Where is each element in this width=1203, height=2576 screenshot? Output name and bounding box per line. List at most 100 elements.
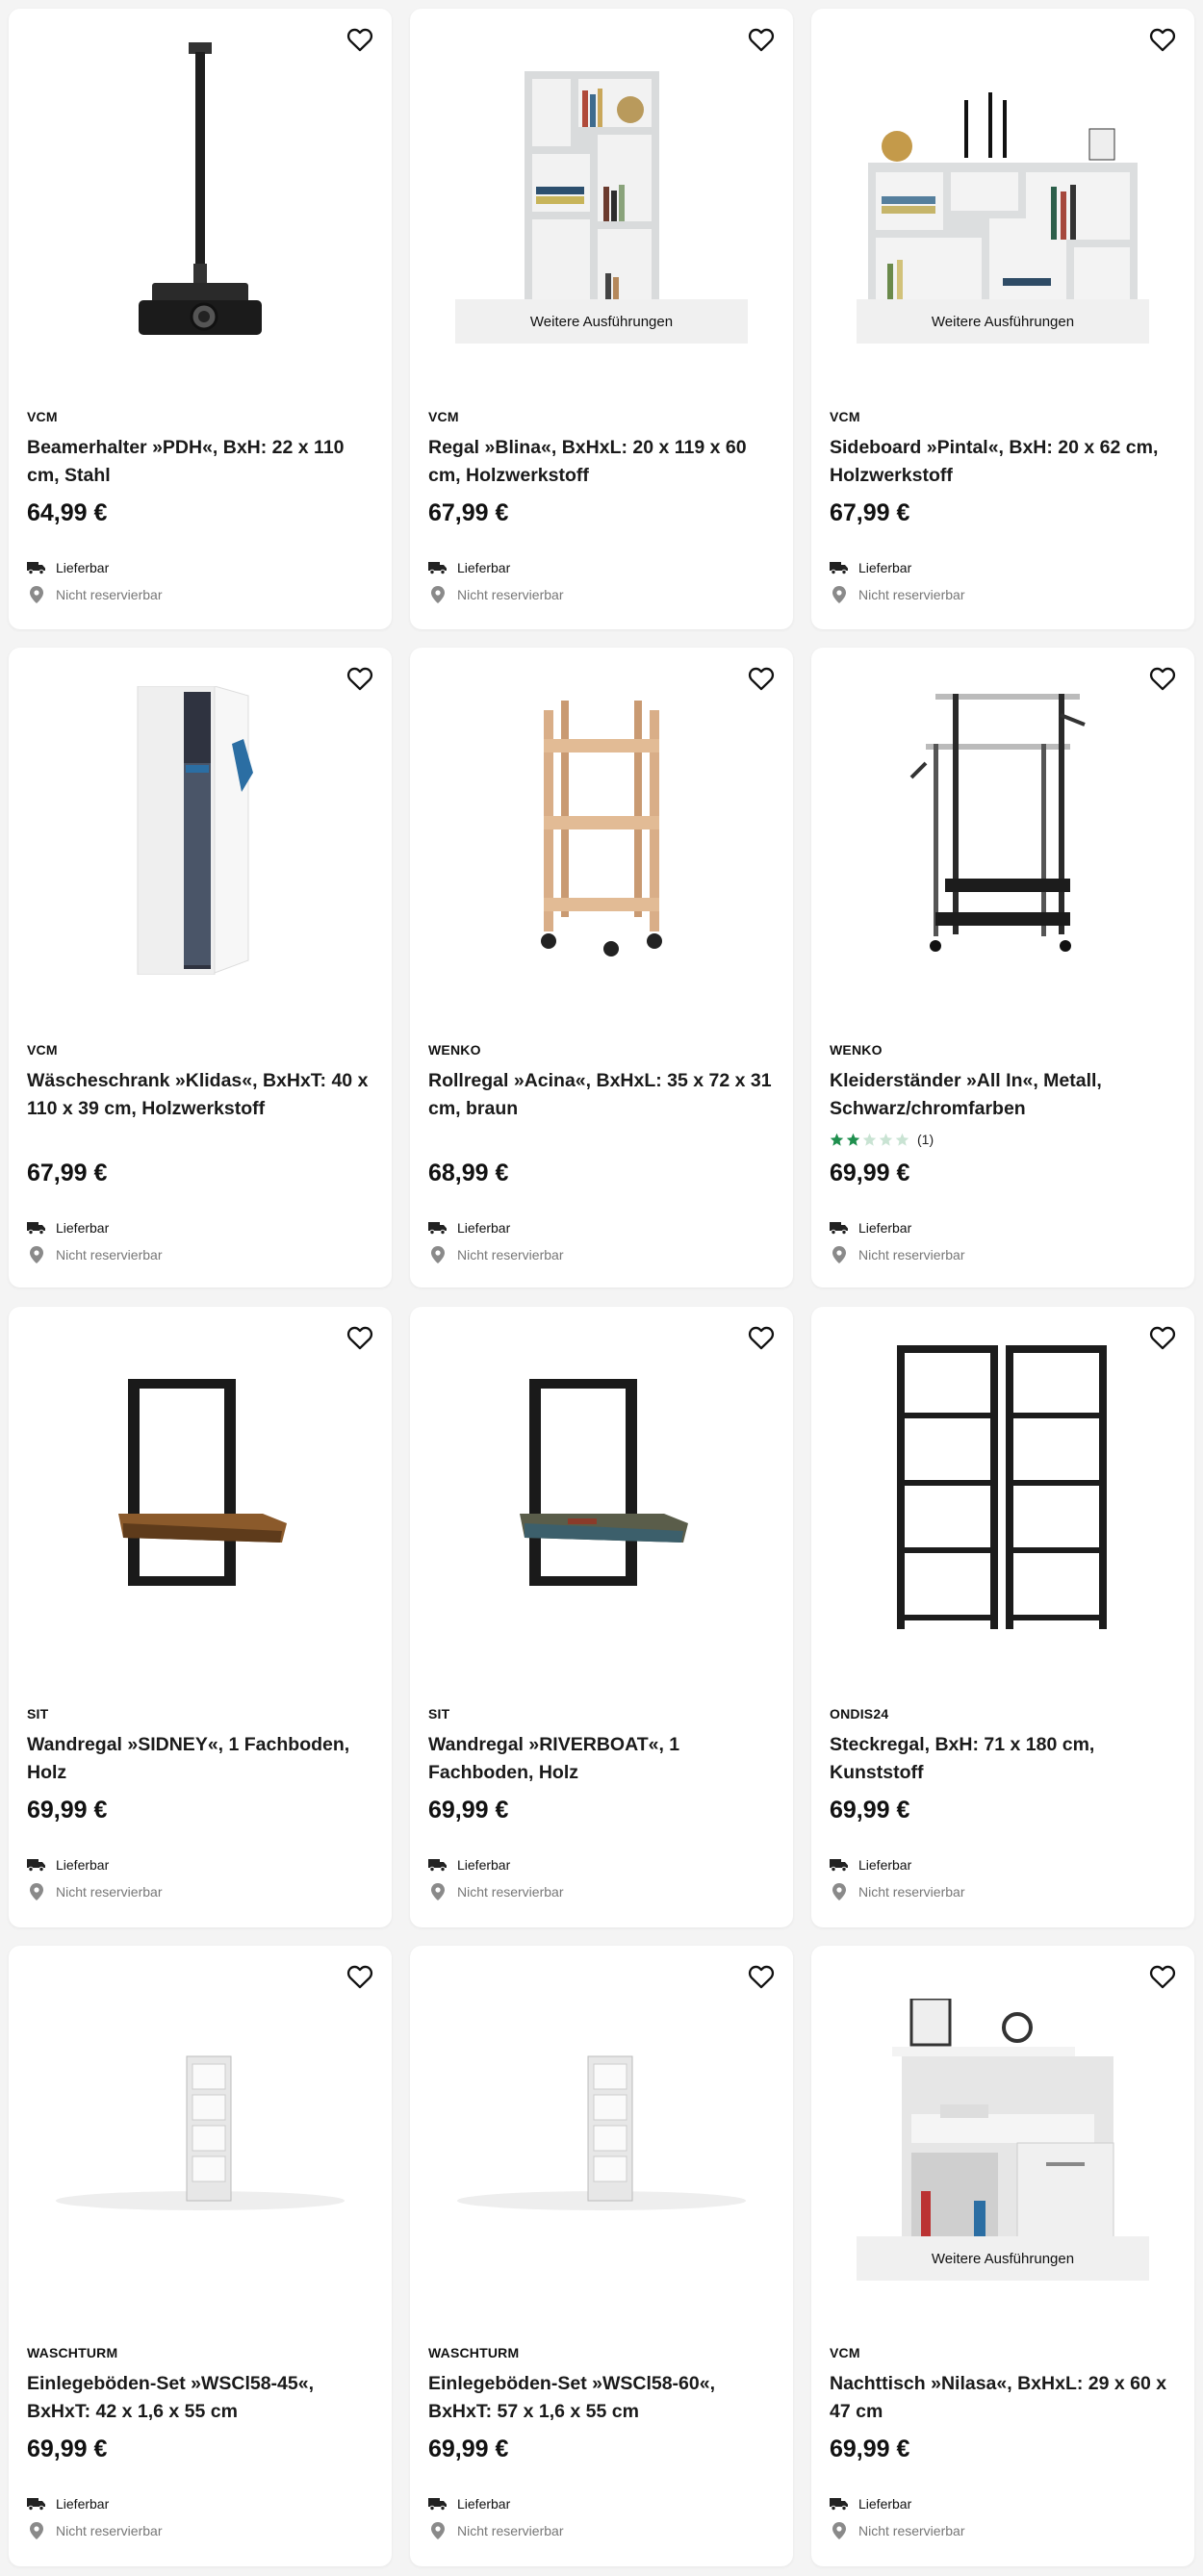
product-card[interactable]: SIT Wandregal »RIVERBOAT«, 1 Fachboden, H… — [410, 1307, 793, 1927]
product-card[interactable]: Weitere Ausführungen VCM Sideboard »Pintal… — [811, 9, 1194, 629]
product-price: 67,99 € — [830, 499, 910, 526]
truck-icon — [830, 559, 849, 576]
wishlist-heart-icon[interactable] — [747, 1963, 776, 1990]
wishlist-heart-icon[interactable] — [747, 665, 776, 692]
reservation-status: Nicht reservierbar — [428, 586, 563, 603]
product-card[interactable]: SIT Wandregal »SIDNEY«, 1 Fachboden, Holz… — [9, 1307, 392, 1927]
product-image[interactable] — [410, 648, 793, 1013]
product-image[interactable] — [9, 9, 392, 374]
star-empty-icon — [895, 1133, 909, 1147]
truck-icon — [428, 2495, 448, 2512]
product-title[interactable]: Wäscheschrank »Klidas«, BxHxT: 40 x 110 … — [27, 1067, 374, 1123]
product-card[interactable]: WENKO Rollregal »Acina«, BxHxL: 35 x 72 x… — [410, 648, 793, 1288]
wishlist-heart-icon[interactable] — [747, 26, 776, 53]
delivery-status: Lieferbar — [27, 1219, 109, 1237]
product-card[interactable]: Weitere Ausführungen VCM Regal »Blina«, Bx… — [410, 9, 793, 629]
product-price: 69,99 € — [27, 2436, 108, 2462]
product-brand: VCM — [27, 409, 58, 424]
rating-count: (1) — [917, 1132, 934, 1147]
product-image[interactable] — [811, 1307, 1194, 1672]
location-pin-icon — [27, 2522, 46, 2539]
reservation-label: Nicht reservierbar — [457, 1884, 564, 1900]
delivery-label: Lieferbar — [457, 1857, 511, 1873]
product-card[interactable]: WASCHTURM Einlegeböden-Set »WSCl58-60«, B… — [410, 1946, 793, 2566]
product-price: 69,99 € — [830, 1160, 910, 1186]
delivery-status: Lieferbar — [830, 1856, 911, 1874]
product-image[interactable] — [410, 1307, 793, 1672]
product-card[interactable]: VCM Beamerhalter »PDH«, BxH: 22 x 110 cm,… — [9, 9, 392, 629]
product-title[interactable]: Einlegeböden-Set »WSCl58-60«, BxHxT: 57 … — [428, 2370, 776, 2426]
location-pin-icon — [830, 586, 849, 603]
star-empty-icon — [879, 1133, 893, 1147]
star-filled-icon — [830, 1133, 844, 1147]
more-variants-button[interactable]: Weitere Ausführungen — [857, 299, 1149, 344]
product-card[interactable]: Weitere Ausführungen VCM Nachttisch »Nilas… — [811, 1946, 1194, 2566]
wishlist-heart-icon[interactable] — [346, 665, 374, 692]
location-pin-icon — [27, 1246, 46, 1263]
delivery-status: Lieferbar — [428, 2495, 510, 2512]
reservation-status: Nicht reservierbar — [830, 586, 964, 603]
product-brand: VCM — [830, 409, 860, 424]
truck-icon — [428, 559, 448, 576]
product-title[interactable]: Kleiderständer »All In«, Metall, Schwarz… — [830, 1067, 1177, 1123]
more-variants-button[interactable]: Weitere Ausführungen — [455, 299, 748, 344]
location-pin-icon — [27, 586, 46, 603]
star-empty-icon — [862, 1133, 877, 1147]
wishlist-heart-icon[interactable] — [1148, 665, 1177, 692]
product-title[interactable]: Beamerhalter »PDH«, BxH: 22 x 110 cm, St… — [27, 434, 374, 490]
truck-icon — [830, 1219, 849, 1237]
wishlist-heart-icon[interactable] — [346, 1963, 374, 1990]
product-brand: WENKO — [830, 1042, 883, 1058]
location-pin-icon — [27, 1883, 46, 1900]
product-image[interactable] — [9, 1946, 392, 2311]
product-title[interactable]: Nachttisch »Nilasa«, BxHxL: 29 x 60 x 47… — [830, 2370, 1177, 2426]
reservation-label: Nicht reservierbar — [56, 1247, 163, 1262]
location-pin-icon — [428, 1883, 448, 1900]
star-filled-icon — [846, 1133, 860, 1147]
product-card[interactable]: WENKO Kleiderständer »All In«, Metall, Sc… — [811, 648, 1194, 1288]
wishlist-heart-icon[interactable] — [346, 1324, 374, 1351]
truck-icon — [428, 1856, 448, 1874]
reservation-status: Nicht reservierbar — [27, 1883, 162, 1900]
product-image[interactable] — [811, 648, 1194, 1013]
wishlist-heart-icon[interactable] — [346, 26, 374, 53]
product-brand: VCM — [27, 1042, 58, 1058]
wishlist-heart-icon[interactable] — [747, 1324, 776, 1351]
location-pin-icon — [428, 2522, 448, 2539]
product-rating[interactable]: (1) — [830, 1132, 934, 1147]
delivery-status: Lieferbar — [830, 1219, 911, 1237]
product-title[interactable]: Rollregal »Acina«, BxHxL: 35 x 72 x 31 c… — [428, 1067, 776, 1123]
wishlist-heart-icon[interactable] — [1148, 1963, 1177, 1990]
product-title[interactable]: Regal »Blina«, BxHxL: 20 x 119 x 60 cm, … — [428, 434, 776, 490]
product-price: 68,99 € — [428, 1160, 509, 1186]
location-pin-icon — [428, 586, 448, 603]
product-title[interactable]: Einlegeböden-Set »WSCl58-45«, BxHxT: 42 … — [27, 2370, 374, 2426]
product-card[interactable]: ONDIS24 Steckregal, BxH: 71 x 180 cm, Kun… — [811, 1307, 1194, 1927]
truck-icon — [428, 1219, 448, 1237]
product-title[interactable]: Sideboard »Pintal«, BxH: 20 x 62 cm, Hol… — [830, 434, 1177, 490]
truck-icon — [27, 559, 46, 576]
product-title[interactable]: Wandregal »RIVERBOAT«, 1 Fachboden, Holz — [428, 1731, 776, 1787]
reservation-status: Nicht reservierbar — [428, 1246, 563, 1263]
wishlist-heart-icon[interactable] — [1148, 1324, 1177, 1351]
product-title[interactable]: Wandregal »SIDNEY«, 1 Fachboden, Holz — [27, 1731, 374, 1787]
product-image[interactable] — [410, 1946, 793, 2311]
truck-icon — [27, 1856, 46, 1874]
product-brand: WASCHTURM — [27, 2345, 118, 2360]
delivery-label: Lieferbar — [858, 1857, 912, 1873]
product-price: 67,99 € — [428, 499, 509, 526]
product-card[interactable]: VCM Wäscheschrank »Klidas«, BxHxT: 40 x 1… — [9, 648, 392, 1288]
delivery-label: Lieferbar — [858, 1220, 912, 1236]
reservation-label: Nicht reservierbar — [858, 1247, 965, 1262]
product-title[interactable]: Steckregal, BxH: 71 x 180 cm, Kunststoff — [830, 1731, 1177, 1787]
product-card[interactable]: WASCHTURM Einlegeböden-Set »WSCl58-45«, B… — [9, 1946, 392, 2566]
product-image[interactable] — [9, 648, 392, 1013]
product-brand: VCM — [428, 409, 459, 424]
reservation-status: Nicht reservierbar — [27, 586, 162, 603]
more-variants-button[interactable]: Weitere Ausführungen — [857, 2236, 1149, 2281]
product-image[interactable] — [9, 1307, 392, 1672]
reservation-status: Nicht reservierbar — [428, 2522, 563, 2539]
wishlist-heart-icon[interactable] — [1148, 26, 1177, 53]
delivery-status: Lieferbar — [27, 559, 109, 576]
reservation-label: Nicht reservierbar — [56, 2523, 163, 2538]
